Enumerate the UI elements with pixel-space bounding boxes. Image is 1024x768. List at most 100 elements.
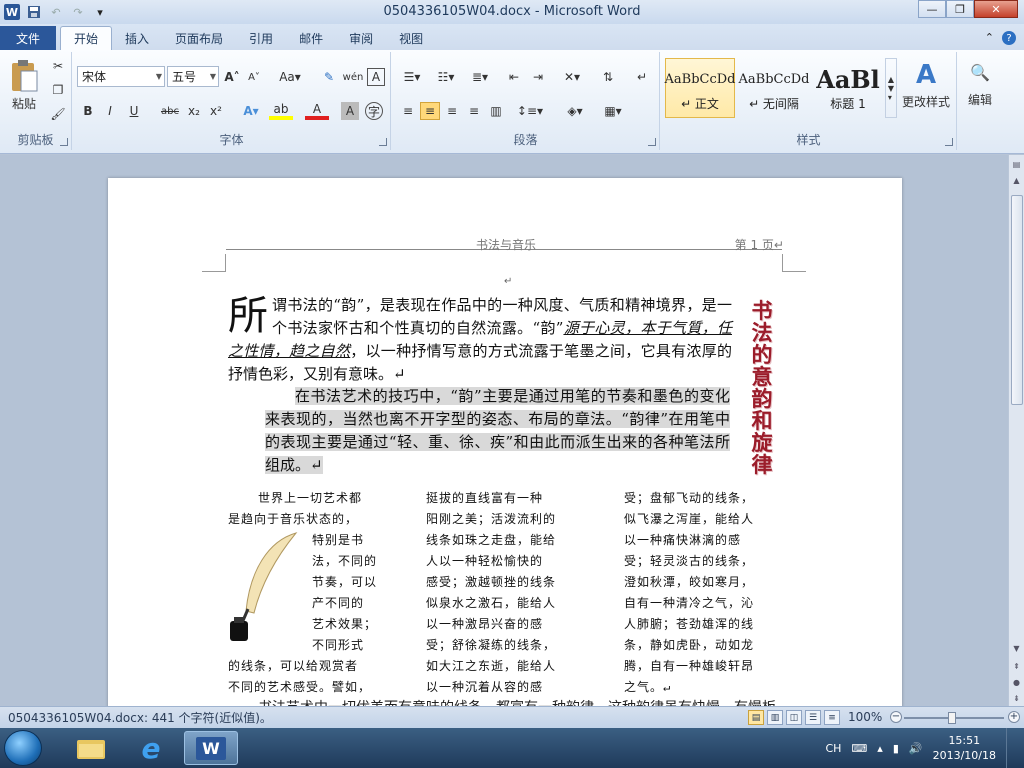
bold-button[interactable]: B <box>79 102 97 120</box>
underline-button[interactable]: U <box>125 102 143 120</box>
prev-page-icon[interactable]: ⇞ <box>1009 659 1024 673</box>
paragraph-1[interactable]: 所谓书法的“韵”，是表现在作品中的一种风度、气质和精神境界，是一个书法家怀古和个… <box>228 294 732 386</box>
styles-launcher[interactable] <box>945 138 953 146</box>
paragraph-2[interactable]: 在书法艺术的技巧中，“韵”主要是通过用笔的节奏和墨色的变化来表现的，当然也离不开… <box>265 385 730 477</box>
document-area[interactable]: 书法与音乐 第 1 页↵ ↵ 所谓书法的“韵”，是表现在作品中的一种风度、气质和… <box>0 155 1008 706</box>
format-painter-icon[interactable]: 🖌 <box>50 106 66 122</box>
font-family-combo[interactable]: 宋体 ▼ <box>77 66 165 87</box>
align-center-icon[interactable]: ≡ <box>420 102 440 120</box>
paste-icon[interactable] <box>6 56 42 96</box>
zoom-knob[interactable] <box>948 712 956 724</box>
sort-icon[interactable]: ⇅ <box>598 68 618 86</box>
ruler-toggle-icon[interactable]: ▤ <box>1009 157 1024 171</box>
copy-icon[interactable]: ❐ <box>50 82 66 98</box>
save-icon[interactable] <box>26 4 42 20</box>
paragraph-launcher[interactable] <box>648 138 656 146</box>
word-taskbar-icon[interactable]: W <box>184 731 238 765</box>
change-styles-icon[interactable]: A <box>901 60 951 90</box>
style-heading-1[interactable]: AaBl 标题 1 <box>813 58 883 118</box>
char-shading-icon[interactable]: A <box>341 102 359 120</box>
change-styles-button[interactable]: 更改样式 <box>897 92 955 110</box>
clock[interactable]: 15:51 2013/10/18 <box>933 733 996 763</box>
status-info[interactable]: 0504336105W04.docx: 441 个字符(近似值)。 <box>0 709 272 726</box>
grow-font-button[interactable]: A ˄ <box>223 68 241 86</box>
font-launcher[interactable] <box>379 138 387 146</box>
highlight-icon[interactable]: ab <box>269 102 293 120</box>
browse-object-icon[interactable]: ● <box>1009 675 1024 689</box>
column-1[interactable]: 世界上一切艺术都 是趋向于音乐状态的， 特别是书 法，不同的 节奏，可以 产不同… <box>228 488 393 698</box>
text-effects-icon[interactable]: A▾ <box>239 102 263 120</box>
align-right-icon[interactable]: ≡ <box>442 102 462 120</box>
zoom-in-icon[interactable]: + <box>1008 711 1020 723</box>
minimize-ribbon-icon[interactable]: ⌃ <box>985 31 994 45</box>
line-spacing-icon[interactable]: ↕≡▾ <box>516 102 544 120</box>
align-left-icon[interactable]: ≡ <box>398 102 418 120</box>
scroll-down-icon[interactable]: ▼ <box>1009 641 1024 655</box>
styles-scroll[interactable]: ▲ ▼ ▾ <box>885 58 897 118</box>
shrink-font-button[interactable]: A ˅ <box>245 68 263 86</box>
next-page-icon[interactable]: ⇟ <box>1009 691 1024 705</box>
scroll-up-icon[interactable]: ▲ <box>1009 173 1024 187</box>
maximize-button[interactable]: ❐ <box>946 0 974 18</box>
customize-icon[interactable]: ▾ <box>92 4 108 20</box>
column-3[interactable]: 受；盘郁飞动的线条， 似飞瀑之泻崖，能给人 以一种痛快淋漓的感 受；轻灵淡古的线… <box>624 488 789 698</box>
style-normal[interactable]: AaBbCcDd ↵ 正文 <box>665 58 736 118</box>
numbering-icon[interactable]: ☷▾ <box>432 68 460 86</box>
tab-references[interactable]: 引用 <box>236 26 286 50</box>
cut-icon[interactable]: ✂ <box>50 58 66 74</box>
internet-explorer-icon[interactable]: e <box>124 731 178 765</box>
web-layout-icon[interactable]: ◫ <box>786 710 802 725</box>
draft-icon[interactable]: ≡ <box>824 710 840 725</box>
explorer-icon[interactable] <box>64 731 118 765</box>
outline-icon[interactable]: ☰ <box>805 710 821 725</box>
justify-icon[interactable]: ≡ <box>464 102 484 120</box>
zoom-slider[interactable]: − + <box>890 711 1020 725</box>
tab-mailings[interactable]: 邮件 <box>286 26 336 50</box>
show-hidden-icons-icon[interactable]: ▴ <box>877 742 883 755</box>
chinese-layout-icon[interactable]: ✕▾ <box>558 68 586 86</box>
enclose-char-icon[interactable]: 字 <box>365 102 383 120</box>
font-color-icon[interactable]: A <box>305 102 329 120</box>
show-desktop-button[interactable] <box>1006 728 1018 768</box>
help-icon[interactable]: ? <box>1002 31 1016 45</box>
show-marks-icon[interactable]: ↵ <box>632 68 652 86</box>
clipboard-launcher[interactable] <box>60 138 68 146</box>
page-header[interactable]: 书法与音乐 第 1 页↵ <box>226 236 784 252</box>
font-size-combo[interactable]: 五号 ▼ <box>167 66 219 87</box>
subscript-button[interactable]: x₂ <box>185 102 203 120</box>
phonetic-guide-icon[interactable]: wén <box>343 68 364 86</box>
close-button[interactable]: ✕ <box>974 0 1018 18</box>
word-logo-icon[interactable]: W <box>4 4 20 20</box>
borders-icon[interactable]: ▦▾ <box>598 102 628 120</box>
clear-format-icon[interactable]: ✎ <box>319 68 339 86</box>
page[interactable]: 书法与音乐 第 1 页↵ ↵ 所谓书法的“韵”，是表现在作品中的一种风度、气质和… <box>108 178 902 706</box>
minimize-button[interactable]: — <box>918 0 946 18</box>
column-2[interactable]: 挺拔的直线富有一种 阳刚之美；活泼流利的 线条如珠之走盘，能给 人以一种轻松愉快… <box>426 488 591 698</box>
paste-button[interactable]: 粘贴 <box>4 94 44 112</box>
superscript-button[interactable]: x² <box>207 102 225 120</box>
change-case-button[interactable]: Aa ▾ <box>277 68 303 86</box>
multilevel-list-icon[interactable]: ≣▾ <box>466 68 494 86</box>
zoom-level[interactable]: 100% <box>848 710 882 724</box>
keyboard-icon[interactable]: ⌨ <box>851 742 867 755</box>
shading-icon[interactable]: ◈▾ <box>560 102 590 120</box>
decrease-indent-icon[interactable]: ⇤ <box>504 68 524 86</box>
print-layout-icon[interactable]: ▤ <box>748 710 764 725</box>
tab-file[interactable]: 文件 <box>0 26 56 50</box>
start-button[interactable] <box>4 730 42 766</box>
editing-button[interactable]: 编辑 <box>960 90 1000 108</box>
zoom-out-icon[interactable]: − <box>890 711 902 723</box>
char-border-icon[interactable]: A <box>367 68 385 86</box>
vertical-wordart[interactable]: 书法的意韵和旋律 <box>744 300 780 476</box>
find-icon[interactable]: 🔍 <box>968 60 992 84</box>
volume-icon[interactable]: 🔊 <box>909 742 923 755</box>
tab-home[interactable]: 开始 <box>60 26 113 50</box>
style-no-spacing[interactable]: AaBbCcDd ↵ 无间隔 <box>739 58 810 118</box>
tab-page-layout[interactable]: 页面布局 <box>162 26 236 50</box>
vertical-scrollbar[interactable]: ▤ ▲ ▼ ⇞ ● ⇟ <box>1008 155 1024 706</box>
redo-icon[interactable]: ↷ <box>70 4 86 20</box>
network-icon[interactable]: ▮ <box>893 742 899 755</box>
bullets-icon[interactable]: ☰▾ <box>398 68 426 86</box>
scroll-thumb[interactable] <box>1011 195 1023 405</box>
increase-indent-icon[interactable]: ⇥ <box>528 68 548 86</box>
